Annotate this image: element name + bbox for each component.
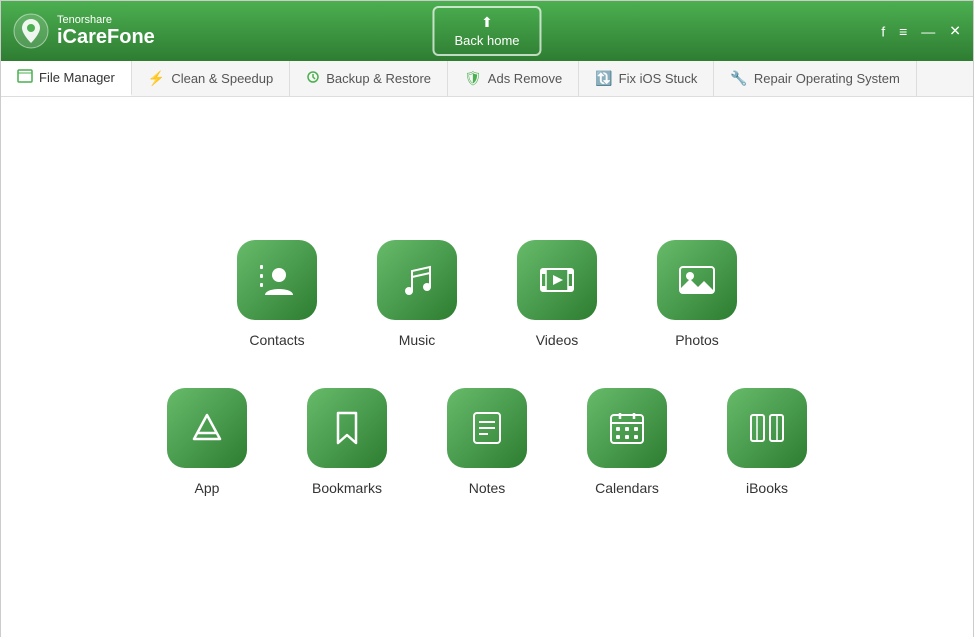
app-icon-box [167,388,247,468]
calendars-icon [606,407,648,449]
tab-clean-speedup[interactable]: ⚡ Clean & Speedup [132,61,290,96]
tab-ads-remove[interactable]: 🛡 Ads Remove [448,61,579,96]
bookmarks-icon [326,407,368,449]
back-home-button[interactable]: ⬆ Back home [432,6,541,56]
calendars-icon-box [587,388,667,468]
tab-repair-os-label: Repair Operating System [754,71,900,86]
tab-file-manager[interactable]: File Manager [1,61,132,96]
ibooks-label: iBooks [746,480,788,496]
tab-backup-restore[interactable]: Backup & Restore [290,61,448,96]
tab-ads-remove-label: Ads Remove [488,71,562,86]
contacts-icon [256,259,298,301]
app-item[interactable]: App [167,388,247,496]
videos-item[interactable]: Videos [517,240,597,348]
music-label: Music [399,332,436,348]
notes-item[interactable]: Notes [447,388,527,496]
calendars-label: Calendars [595,480,659,496]
file-manager-icon [17,68,33,87]
back-home-label: Back home [454,33,519,48]
repair-os-icon: 🔧 [730,70,747,87]
photos-item[interactable]: Photos [657,240,737,348]
contacts-icon-box [237,240,317,320]
photos-icon [676,259,718,301]
contacts-label: Contacts [249,332,304,348]
main-content: Contacts Music [1,97,973,638]
nav-tabs: File Manager ⚡ Clean & Speedup Backup & … [1,61,973,97]
icon-row-2: App Bookmarks Notes [167,388,807,496]
tab-file-manager-label: File Manager [39,70,115,85]
ibooks-item[interactable]: iBooks [727,388,807,496]
ibooks-icon [746,407,788,449]
notes-icon-box [447,388,527,468]
photos-icon-box [657,240,737,320]
menu-button[interactable]: ≡ [899,23,907,39]
app-name-area: Tenorshare iCareFone [57,14,155,48]
backup-restore-icon [306,70,320,87]
bookmarks-icon-box [307,388,387,468]
close-button[interactable]: ✕ [949,23,961,40]
icon-row-1: Contacts Music [237,240,737,348]
titlebar: Tenorshare iCareFone ⬆ Back home f ≡ — ✕ [1,1,973,61]
videos-label: Videos [536,332,579,348]
fix-ios-stuck-icon: 🔃 [595,70,612,87]
minimize-button[interactable]: — [921,23,935,39]
ibooks-icon-box [727,388,807,468]
music-item[interactable]: Music [377,240,457,348]
videos-icon-box [517,240,597,320]
logo-area: Tenorshare iCareFone [13,13,155,49]
app-icon [186,407,228,449]
notes-icon [466,407,508,449]
music-icon [396,259,438,301]
app-label: App [195,480,220,496]
calendars-item[interactable]: Calendars [587,388,667,496]
tab-fix-ios-stuck[interactable]: 🔃 Fix iOS Stuck [579,61,714,96]
notes-label: Notes [469,480,506,496]
tab-clean-speedup-label: Clean & Speedup [171,71,273,86]
videos-icon [536,259,578,301]
tab-fix-ios-stuck-label: Fix iOS Stuck [619,71,698,86]
bookmarks-item[interactable]: Bookmarks [307,388,387,496]
app-logo-icon [13,13,49,49]
back-arrow-icon: ⬆ [481,14,493,31]
music-icon-box [377,240,457,320]
photos-label: Photos [675,332,719,348]
tab-backup-restore-label: Backup & Restore [326,71,431,86]
window-controls: f ≡ — ✕ [881,23,961,40]
facebook-button[interactable]: f [881,23,885,39]
clean-speedup-icon: ⚡ [148,70,165,87]
contacts-item[interactable]: Contacts [237,240,317,348]
bookmarks-label: Bookmarks [312,480,382,496]
app-name: iCareFone [57,26,155,48]
ads-remove-icon: 🛡 [464,70,482,87]
tab-repair-os[interactable]: 🔧 Repair Operating System [714,61,916,96]
company-name: Tenorshare [57,14,155,26]
